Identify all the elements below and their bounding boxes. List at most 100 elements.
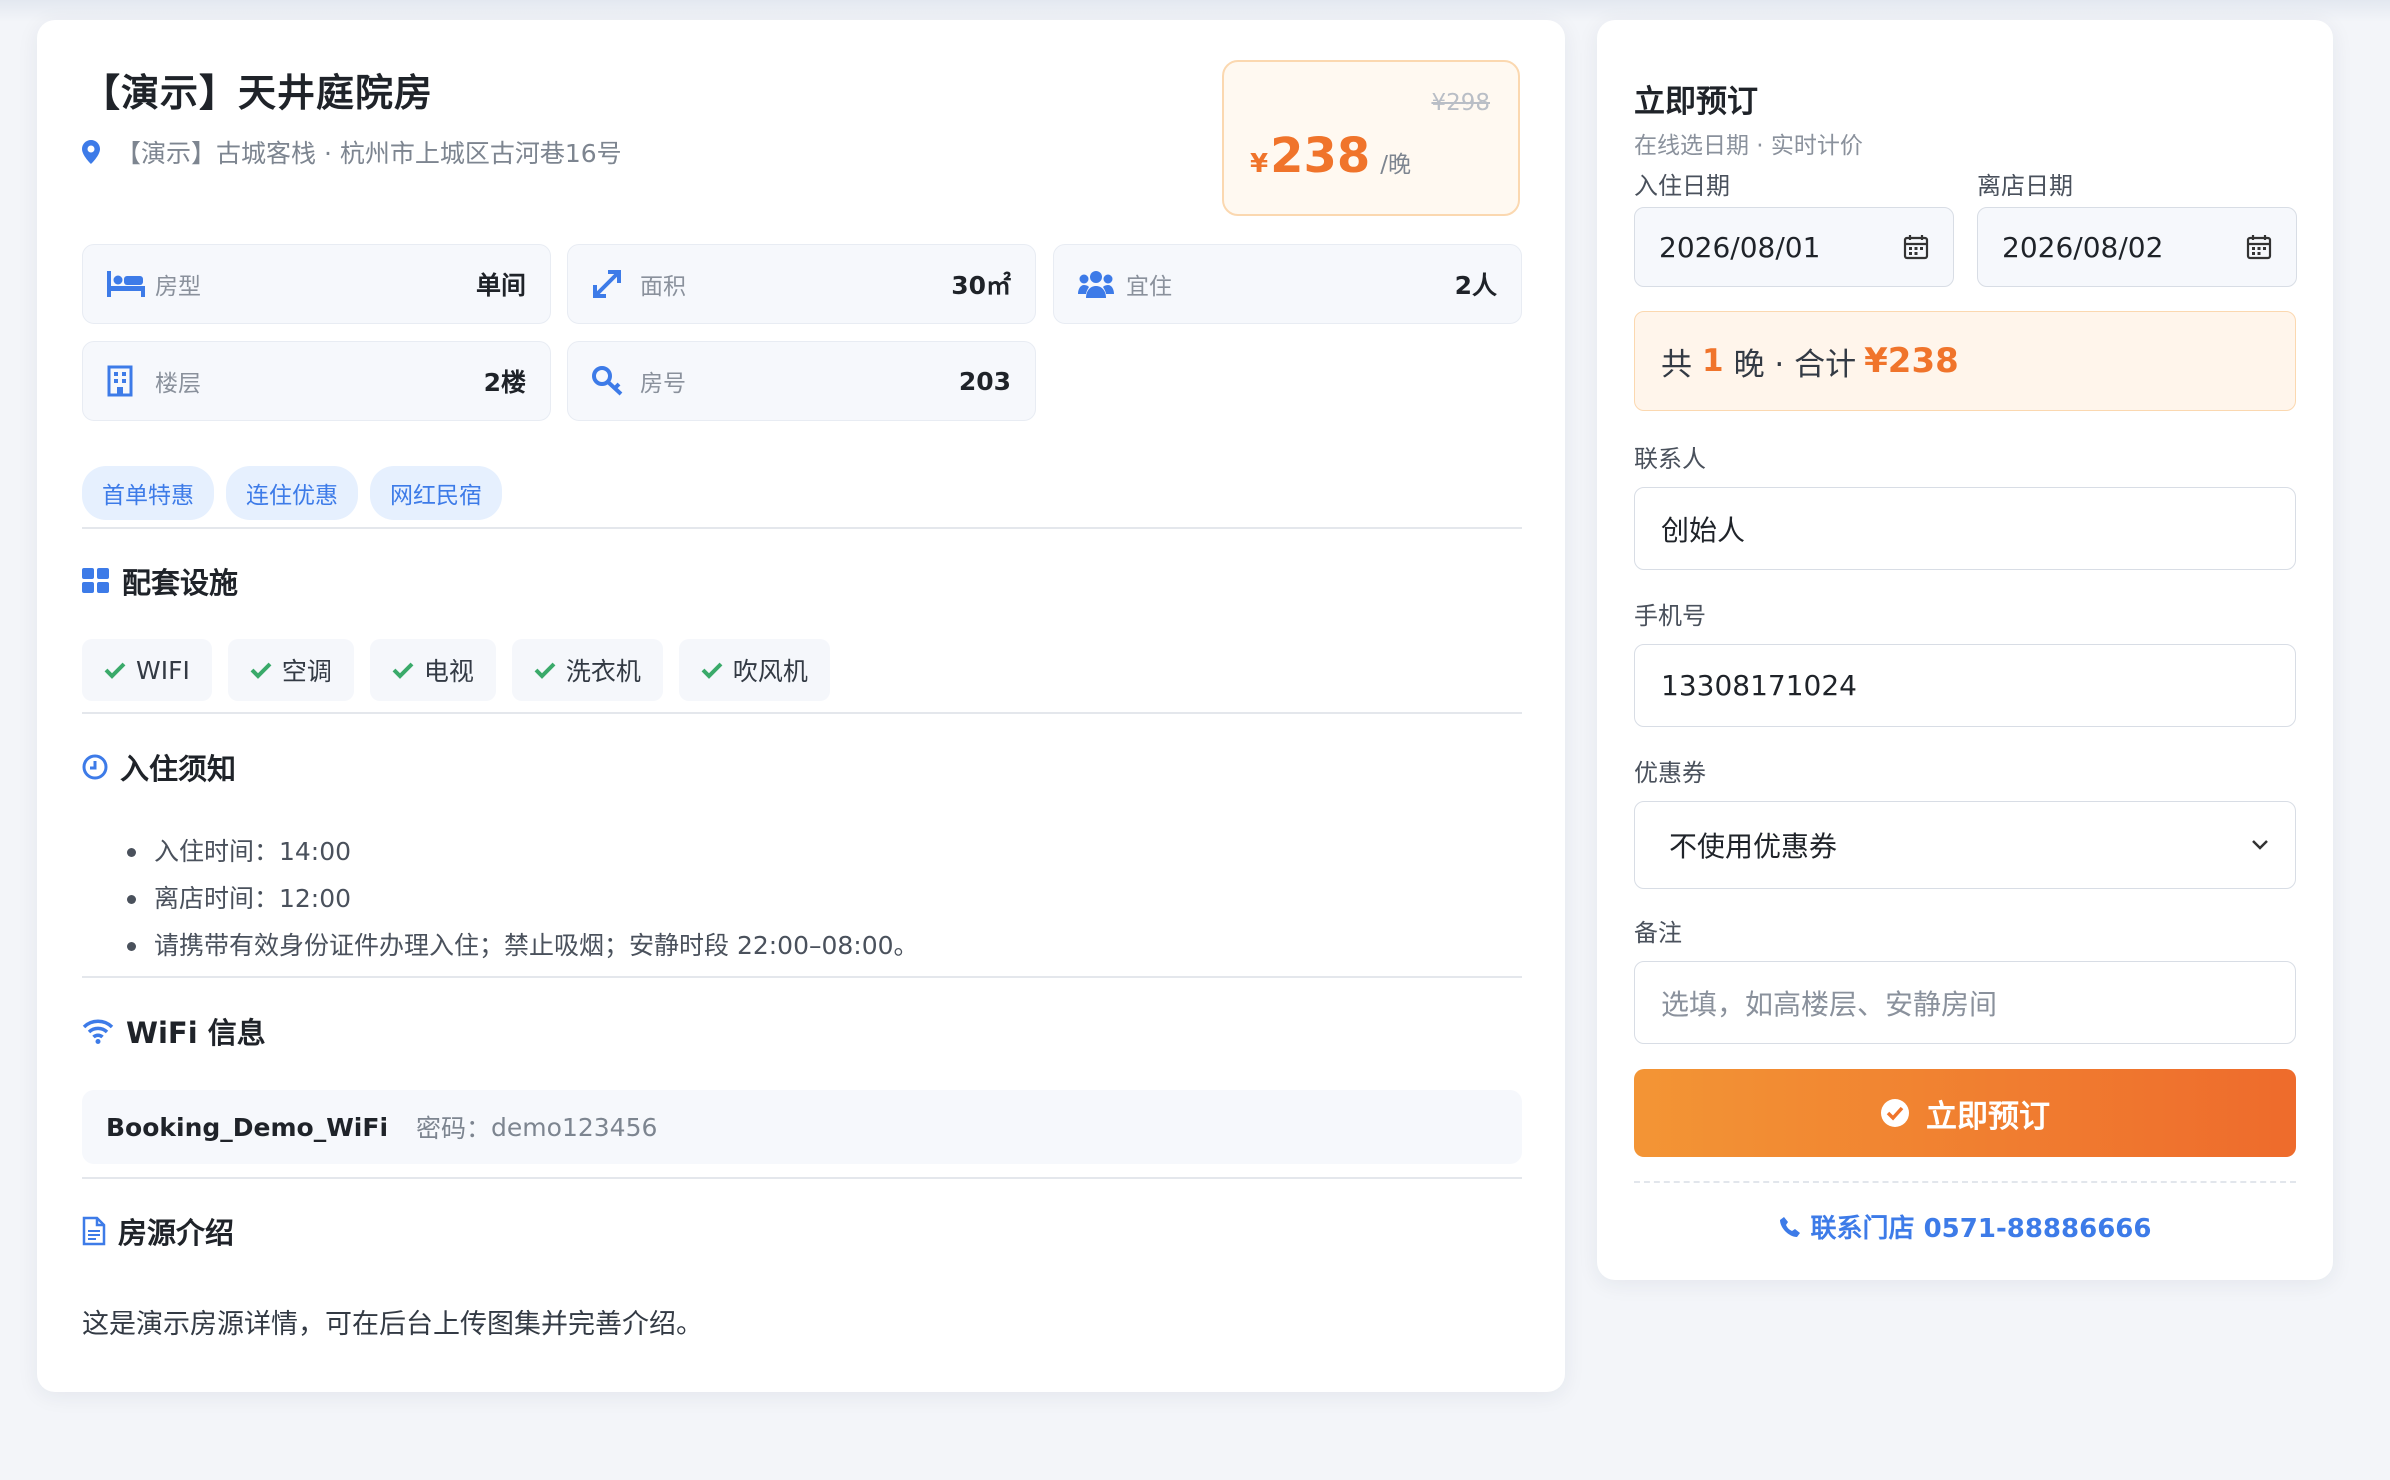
info-label: 面积 [640,274,686,300]
book-now-label: 立即预订 [1926,1098,2050,1135]
coupon-selected: 不使用优惠券 [1669,830,1838,863]
wifi-title: WiFi 信息 [82,1010,266,1052]
amenity-label: 洗衣机 [565,657,641,686]
info-value: 单间 [475,271,526,300]
amenity-label: WIFI [136,655,190,685]
room-tags: 首单特惠 连住优惠 网红民宿 [82,466,502,520]
users-icon [1078,271,1114,298]
amenity-item: 吹风机 [678,639,830,701]
info-item-room-type: 房型 单间 [82,244,551,324]
left-content-layer: 房型 单间 面积 30㎡ 宜住 2人 楼层 2楼 房号 203 首单特惠 连住优… [37,20,1565,1392]
info-label: 房型 [155,274,201,300]
check-icon [534,662,556,679]
notice-title-text: 入住须知 [120,752,237,786]
calendar-icon[interactable] [2246,234,2272,260]
intro-title: 房源介绍 [82,1210,234,1252]
info-item-room-number: 房号 203 [567,341,1036,421]
info-value: 203 [958,366,1011,396]
document-icon [82,1216,106,1246]
notice-item: 离店时间：12:00 [117,875,919,922]
amenity-item: WIFI [82,639,212,701]
checkout-label: 离店日期 [1977,172,2073,200]
store-contact-link[interactable]: 联系门店 0571-88886666 [1597,1208,2333,1245]
checkout-date-input[interactable]: 2026/08/02 [1977,207,2297,287]
info-label: 楼层 [155,371,201,397]
remark-placeholder: 选填，如高楼层、安静房间 [1661,987,1998,1021]
phone-value: 13308171024 [1661,669,1857,702]
intro-text: 这是演示房源详情，可在后台上传图集并完善介绍。 [82,1309,703,1340]
summary-prefix: 共 [1661,346,1692,383]
remark-label: 备注 [1634,919,1682,947]
divider [82,976,1522,978]
amenity-label: 电视 [423,657,474,686]
wifi-password-label: 密码： [416,1114,492,1143]
facilities-title-text: 配套设施 [122,566,239,600]
facilities-title: 配套设施 [82,560,238,602]
amenity-label: 空调 [281,657,332,686]
contact-label: 联系人 [1634,445,1706,473]
coupon-label: 优惠券 [1634,759,1706,787]
booking-subtitle: 在线选日期 · 实时计价 [1634,133,1863,159]
contact-input[interactable]: 创始人 [1634,487,2296,570]
checkin-date-input[interactable]: 2026/08/01 [1634,207,1954,287]
amenity-item: 电视 [369,639,496,701]
amenity-label: 吹风机 [732,657,808,686]
grid-icon [82,568,109,593]
tag: 网红民宿 [370,466,502,520]
info-item-floor: 楼层 2楼 [82,341,551,421]
checkin-label: 入住日期 [1634,172,1730,200]
phone-label: 手机号 [1634,602,1706,630]
remark-input[interactable]: 选填，如高楼层、安静房间 [1634,961,2296,1044]
checkin-date-value: 2026/08/01 [1659,230,1821,264]
amenity-item: 空调 [227,639,354,701]
store-contact-text: 联系门店 0571-88886666 [1810,1214,2152,1244]
info-item-area: 面积 30㎡ [567,244,1036,324]
amenity-list: WIFI 空调 电视 洗衣机 吹风机 [82,639,830,701]
calendar-icon[interactable] [1903,234,1929,260]
divider [82,527,1522,529]
booking-card: 立即预订 在线选日期 · 实时计价 入住日期 离店日期 2026/08/01 2… [1597,20,2333,1280]
chevron-down-icon [2252,840,2268,850]
check-icon [104,662,126,679]
notice-item: 请携带有效身份证件办理入住；禁止吸烟；安静时段 22:00–08:00。 [117,922,919,969]
check-icon [250,662,272,679]
tag: 连住优惠 [226,466,358,520]
key-icon [592,366,623,396]
check-icon [392,662,414,679]
book-now-button[interactable]: 立即预订 [1634,1069,2296,1157]
coupon-select[interactable]: 不使用优惠券 [1634,801,2296,889]
clock-icon [82,754,108,780]
amenity-item: 洗衣机 [511,639,663,701]
phone-input[interactable]: 13308171024 [1634,644,2296,727]
notice-title: 入住须知 [82,746,236,788]
notice-list: 入住时间：14:00 离店时间：12:00 请携带有效身份证件办理入住；禁止吸烟… [117,828,919,969]
check-circle-icon [1881,1099,1909,1127]
booking-title: 立即预订 [1634,84,1758,120]
phone-icon [1779,1216,1800,1237]
info-item-capacity: 宜住 2人 [1053,244,1522,324]
summary-total: ¥238 [1864,341,1959,381]
building-icon [107,365,133,397]
info-value: 2楼 [483,368,526,397]
wifi-ssid: Booking_Demo_WiFi [106,1112,389,1142]
tag: 首单特惠 [82,466,214,520]
check-icon [701,662,723,679]
area-arrows-icon [593,270,621,298]
nights-count: 1 [1702,343,1724,379]
price-summary: 共 1 晚 · 合计 ¥238 [1634,311,2296,411]
divider [82,712,1522,714]
wifi-password: demo123456 [491,1112,658,1142]
dashed-divider [1634,1181,2296,1183]
contact-value: 创始人 [1661,513,1746,547]
top-shadow [0,0,2390,22]
info-value: 2人 [1454,271,1497,300]
wifi-info-box: Booking_Demo_WiFi 密码： demo123456 [82,1090,1522,1164]
info-label: 宜住 [1126,274,1172,300]
divider [82,1177,1522,1179]
checkout-date-value: 2026/08/02 [2002,230,2164,264]
notice-item: 入住时间：14:00 [117,828,919,875]
wifi-icon [82,1019,114,1044]
intro-title-text: 房源介绍 [118,1216,235,1250]
info-value: 30㎡ [951,271,1011,300]
wifi-title-text: WiFi 信息 [126,1016,266,1050]
